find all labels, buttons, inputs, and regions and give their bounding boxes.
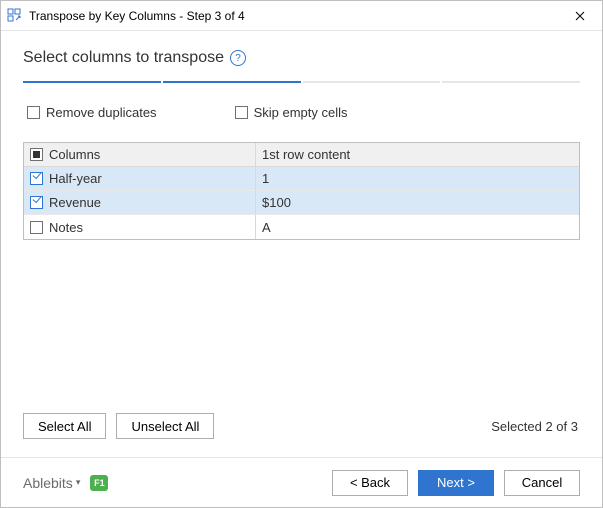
header-cell-firstrow: 1st row content bbox=[256, 143, 579, 166]
table-row[interactable]: Half-year 1 bbox=[24, 167, 579, 191]
table-header-row: Columns 1st row content bbox=[24, 143, 579, 167]
step-progress bbox=[23, 81, 580, 83]
next-button[interactable]: Next > bbox=[418, 470, 494, 496]
app-icon bbox=[7, 8, 23, 24]
skip-empty-checkbox[interactable]: Skip empty cells bbox=[235, 105, 348, 120]
table-row[interactable]: Revenue $100 bbox=[24, 191, 579, 215]
selection-footer: Select All Unselect All Selected 2 of 3 bbox=[23, 413, 580, 439]
brand-menu[interactable]: Ablebits ▾ bbox=[23, 475, 80, 491]
header-col2-label: 1st row content bbox=[262, 147, 350, 162]
progress-seg-4 bbox=[442, 81, 580, 83]
progress-seg-2 bbox=[163, 81, 301, 83]
row-checkbox-icon bbox=[30, 221, 43, 234]
close-button[interactable] bbox=[557, 1, 602, 31]
window-title: Transpose by Key Columns - Step 3 of 4 bbox=[29, 9, 557, 23]
row-checkbox-icon bbox=[30, 172, 43, 185]
skip-empty-label: Skip empty cells bbox=[254, 105, 348, 120]
checkbox-icon bbox=[235, 106, 248, 119]
chevron-down-icon: ▾ bbox=[76, 477, 81, 488]
progress-seg-3 bbox=[303, 81, 441, 83]
page-heading: Select columns to transpose bbox=[23, 49, 224, 67]
nav-buttons: < Back Next > Cancel bbox=[332, 470, 580, 496]
columns-table: Columns 1st row content Half-year 1 bbox=[23, 142, 580, 240]
heading-row: Select columns to transpose ? bbox=[23, 49, 580, 67]
brand-label: Ablebits bbox=[23, 475, 73, 491]
options-row: Remove duplicates Skip empty cells bbox=[23, 105, 580, 120]
remove-duplicates-checkbox[interactable]: Remove duplicates bbox=[27, 105, 157, 120]
help-f1-button[interactable]: F1 bbox=[90, 475, 108, 491]
dialog-window: Transpose by Key Columns - Step 3 of 4 S… bbox=[0, 0, 603, 508]
checkbox-icon bbox=[27, 106, 40, 119]
row-first-content: $100 bbox=[262, 195, 291, 210]
remove-duplicates-label: Remove duplicates bbox=[46, 105, 157, 120]
header-cell-columns[interactable]: Columns bbox=[24, 143, 256, 166]
row-name: Notes bbox=[49, 220, 83, 235]
row-name: Revenue bbox=[49, 195, 101, 210]
row-checkbox-icon bbox=[30, 196, 43, 209]
row-first-content: 1 bbox=[262, 171, 269, 186]
select-all-button[interactable]: Select All bbox=[23, 413, 106, 439]
selection-status: Selected 2 of 3 bbox=[491, 419, 580, 434]
help-icon[interactable]: ? bbox=[230, 50, 246, 66]
unselect-all-button[interactable]: Unselect All bbox=[116, 413, 214, 439]
content-area: Select columns to transpose ? Remove dup… bbox=[1, 31, 602, 457]
table-row[interactable]: Notes A bbox=[24, 215, 579, 239]
select-all-checkbox-icon bbox=[30, 148, 43, 161]
cancel-button[interactable]: Cancel bbox=[504, 470, 580, 496]
row-name: Half-year bbox=[49, 171, 102, 186]
header-col1-label: Columns bbox=[49, 147, 100, 162]
row-first-content: A bbox=[262, 220, 271, 235]
bottom-bar: Ablebits ▾ F1 < Back Next > Cancel bbox=[1, 457, 602, 507]
progress-seg-1 bbox=[23, 81, 161, 83]
back-button[interactable]: < Back bbox=[332, 470, 408, 496]
titlebar: Transpose by Key Columns - Step 3 of 4 bbox=[1, 1, 602, 31]
